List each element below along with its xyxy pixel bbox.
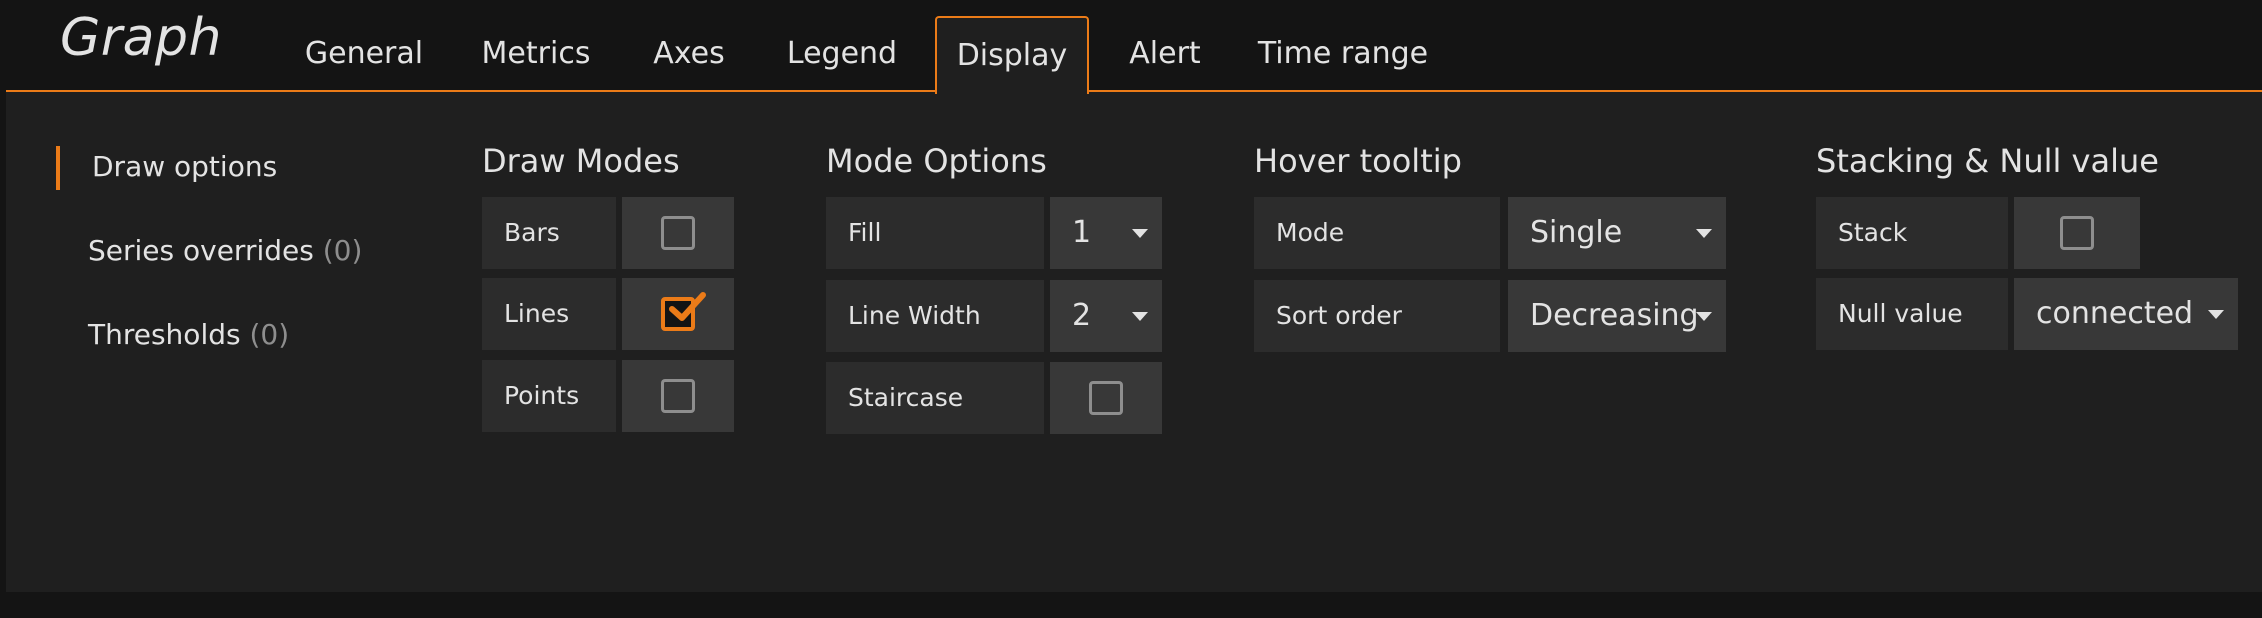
line-width-label: Line Width bbox=[826, 280, 1044, 352]
bars-toggle[interactable] bbox=[622, 197, 734, 269]
hover-tooltip-title: Hover tooltip bbox=[1254, 142, 1462, 180]
null-value-select[interactable]: connected bbox=[2014, 278, 2238, 350]
fill-value: 1 bbox=[1072, 215, 1092, 250]
checkmark-icon bbox=[669, 292, 706, 321]
sidebar-item-label: Thresholds bbox=[88, 318, 241, 351]
tab-underline bbox=[6, 90, 2262, 92]
staircase-checkbox[interactable] bbox=[1089, 381, 1123, 415]
null-value-value: connected bbox=[2036, 296, 2194, 331]
panel-title: Graph bbox=[60, 8, 223, 68]
tooltip-mode-label: Mode bbox=[1254, 197, 1500, 269]
stack-label: Stack bbox=[1816, 197, 2008, 269]
points-toggle[interactable] bbox=[622, 360, 734, 432]
points-checkbox[interactable] bbox=[661, 379, 695, 413]
sidebar-item-count: (0) bbox=[322, 234, 363, 267]
line-width-value: 2 bbox=[1072, 298, 1092, 333]
stack-checkbox[interactable] bbox=[2060, 216, 2094, 250]
sidebar-item-count: (0) bbox=[249, 318, 290, 351]
tooltip-mode-select[interactable]: Single bbox=[1508, 197, 1726, 269]
sidebar-item-draw-options[interactable]: Draw options bbox=[92, 150, 277, 183]
lines-label: Lines bbox=[482, 278, 616, 350]
bars-checkbox[interactable] bbox=[661, 216, 695, 250]
lines-checkbox[interactable] bbox=[661, 292, 706, 331]
caret-down-icon bbox=[1132, 312, 1148, 321]
sidebar-item-series-overrides[interactable]: Series overrides (0) bbox=[88, 234, 362, 267]
tab-alert[interactable]: Alert bbox=[1120, 16, 1210, 92]
draw-modes-title: Draw Modes bbox=[482, 142, 680, 180]
tab-time-range[interactable]: Time range bbox=[1255, 16, 1431, 92]
sidebar-item-thresholds[interactable]: Thresholds (0) bbox=[88, 318, 289, 351]
bottom-edge bbox=[0, 592, 2262, 618]
sort-order-value: Decreasing bbox=[1530, 298, 1699, 333]
caret-down-icon bbox=[1696, 312, 1712, 321]
tab-display[interactable]: Display bbox=[935, 16, 1089, 94]
fill-select[interactable]: 1 bbox=[1050, 197, 1162, 269]
null-value-label: Null value bbox=[1816, 278, 2008, 350]
mode-options-title: Mode Options bbox=[826, 142, 1047, 180]
staircase-label: Staircase bbox=[826, 362, 1044, 434]
sidebar-item-label: Draw options bbox=[92, 150, 278, 183]
caret-down-icon bbox=[1132, 229, 1148, 238]
sidebar-item-label: Series overrides bbox=[88, 234, 314, 267]
sort-order-label: Sort order bbox=[1254, 280, 1500, 352]
panel-header: Graph General Metrics Axes Legend Displa… bbox=[0, 0, 2262, 94]
fill-label: Fill bbox=[826, 197, 1044, 269]
line-width-select[interactable]: 2 bbox=[1050, 280, 1162, 352]
tooltip-mode-value: Single bbox=[1530, 215, 1623, 250]
stacking-title: Stacking & Null value bbox=[1816, 142, 2159, 180]
bars-label: Bars bbox=[482, 197, 616, 269]
sort-order-select[interactable]: Decreasing bbox=[1508, 280, 1726, 352]
tab-axes[interactable]: Axes bbox=[644, 16, 734, 92]
tab-legend[interactable]: Legend bbox=[780, 16, 904, 92]
tab-metrics[interactable]: Metrics bbox=[474, 16, 598, 92]
caret-down-icon bbox=[2208, 310, 2224, 319]
points-label: Points bbox=[482, 360, 616, 432]
tab-general[interactable]: General bbox=[300, 16, 428, 92]
stack-toggle[interactable] bbox=[2014, 197, 2140, 269]
staircase-toggle[interactable] bbox=[1050, 362, 1162, 434]
sidebar-active-marker bbox=[56, 146, 60, 190]
caret-down-icon bbox=[1696, 229, 1712, 238]
lines-toggle[interactable] bbox=[622, 278, 734, 350]
